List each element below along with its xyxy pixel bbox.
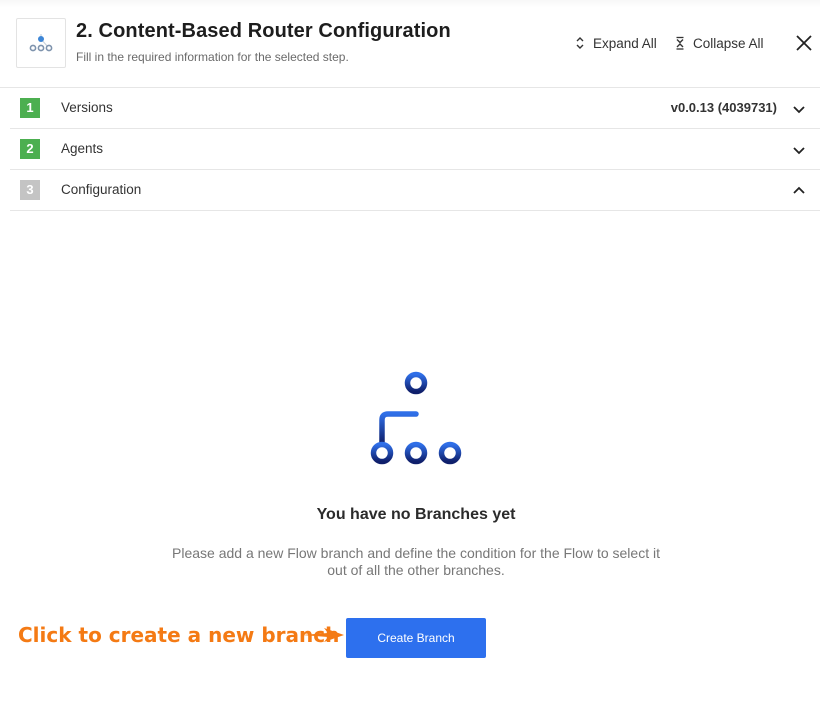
step-agents[interactable]: 2 Agents	[10, 129, 820, 170]
chevron-up-icon[interactable]	[792, 184, 806, 198]
arrow-right-icon	[302, 628, 344, 642]
branches-icon	[370, 371, 462, 465]
content-router-icon	[29, 34, 53, 52]
expand-all-button[interactable]: Expand All	[575, 34, 657, 52]
step-number-badge: 1	[20, 98, 40, 118]
step-configuration[interactable]: 3 Configuration	[10, 170, 820, 211]
step-label: Agents	[61, 141, 104, 156]
close-icon[interactable]	[795, 34, 813, 52]
page-title: 2. Content-Based Router Configuration	[76, 20, 451, 42]
steps-accordion: 1 Versions v0.0.13 (4039731) 2 Agents 3 …	[10, 88, 820, 211]
step-versions[interactable]: 1 Versions v0.0.13 (4039731)	[10, 88, 820, 129]
expand-all-label: Expand All	[593, 35, 657, 51]
chevron-down-icon[interactable]	[792, 102, 806, 116]
collapse-all-label: Collapse All	[693, 35, 764, 51]
page-subtitle: Fill in the required information for the…	[76, 50, 349, 64]
empty-state-description: Please add a new Flow branch and define …	[172, 545, 660, 578]
expand-icon	[576, 37, 584, 49]
collapse-all-button[interactable]: Collapse All	[675, 34, 764, 52]
step-label: Configuration	[61, 182, 142, 197]
empty-state-title: You have no Branches yet	[316, 506, 516, 523]
step-number-badge: 2	[20, 139, 40, 159]
collapse-icon	[676, 36, 684, 50]
panel-header: 2. Content-Based Router Configuration Fi…	[0, 0, 820, 88]
step-label: Versions	[61, 100, 113, 115]
chevron-down-icon[interactable]	[792, 143, 806, 157]
create-branch-button[interactable]: Create Branch	[346, 618, 486, 658]
version-value: v0.0.13 (4039731)	[670, 100, 777, 115]
step-logo	[16, 18, 66, 68]
annotation-hint: Click to create a new branch	[18, 623, 340, 647]
step-number-badge: 3	[20, 180, 40, 200]
